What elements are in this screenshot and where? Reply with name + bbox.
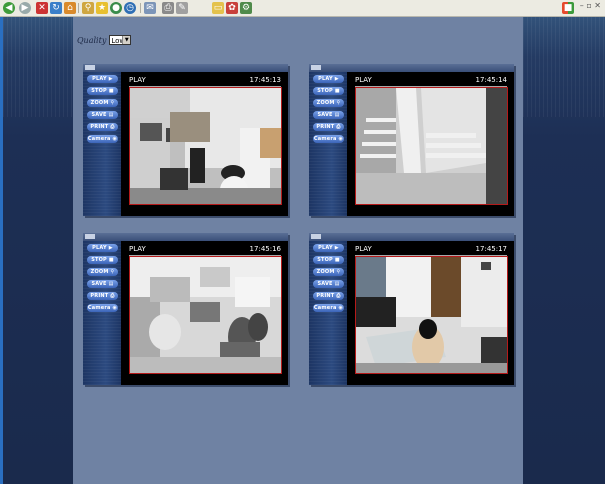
left-background-band [0, 17, 73, 484]
camera-button[interactable]: Camera ◉ [87, 135, 118, 143]
camera-panel: PLAY ▶ STOP ■ ZOOM ⚲ SAVE ▤ PRINT ⎙ Came… [83, 233, 288, 385]
play-status: PLAY [355, 245, 372, 253]
camera-panel: PLAY ▶ STOP ■ ZOOM ⚲ SAVE ▤ PRINT ⎙ Came… [309, 64, 514, 216]
zoom-button[interactable]: ZOOM ⚲ [313, 99, 344, 107]
office-scene-image [130, 88, 281, 204]
play-status: PLAY [129, 245, 146, 253]
camera-button[interactable]: Camera ◉ [87, 304, 118, 312]
video-header: PLAY 17:45:16 [129, 245, 281, 256]
video-view: PLAY 17:45:14 [347, 72, 514, 216]
stop-load-icon[interactable]: ✕ [36, 2, 48, 14]
stop-button[interactable]: STOP ■ [87, 87, 118, 95]
quality-label: Quality [77, 35, 107, 45]
timestamp: 17:45:16 [249, 245, 281, 253]
windows-logo-icon: ■ [562, 2, 574, 14]
print-button[interactable]: PRINT ⎙ [313, 123, 344, 131]
stop-button[interactable]: STOP ■ [87, 256, 118, 264]
camera-controls: PLAY ▶ STOP ■ ZOOM ⚲ SAVE ▤ PRINT ⎙ Came… [83, 241, 121, 385]
messenger-icon[interactable]: ✿ [226, 2, 238, 14]
camera-panel: PLAY ▶ STOP ■ ZOOM ⚲ SAVE ▤ PRINT ⎙ Came… [83, 64, 288, 216]
panel-header [83, 233, 288, 241]
media-icon[interactable]: ● [110, 2, 122, 14]
camera-controls: PLAY ▶ STOP ■ ZOOM ⚲ SAVE ▤ PRINT ⎙ Came… [309, 241, 347, 385]
forward-icon[interactable]: ▶ [19, 2, 31, 14]
save-button[interactable]: SAVE ▤ [313, 280, 344, 288]
panel-header [309, 64, 514, 72]
edit-icon[interactable]: ✎ [176, 2, 188, 14]
timestamp: 17:45:14 [475, 76, 507, 84]
history-icon[interactable]: ◷ [124, 2, 136, 14]
favorites-icon[interactable]: ★ [96, 2, 108, 14]
chevron-down-icon[interactable]: ▼ [122, 36, 131, 44]
tool-icon[interactable]: ⚙ [240, 2, 252, 14]
camera-feed[interactable] [129, 256, 282, 374]
reception-scene-image [356, 257, 507, 373]
save-button[interactable]: SAVE ▤ [87, 111, 118, 119]
search-icon[interactable]: ⚲ [82, 2, 94, 14]
camera-button[interactable]: Camera ◉ [313, 135, 344, 143]
zoom-button[interactable]: ZOOM ⚲ [87, 268, 118, 276]
camera-feed[interactable] [355, 256, 508, 374]
toolbar-divider [140, 3, 141, 13]
refresh-icon[interactable]: ↻ [50, 2, 62, 14]
video-view: PLAY 17:45:16 [121, 241, 288, 385]
zoom-button[interactable]: ZOOM ⚲ [87, 99, 118, 107]
toolbar-divider [78, 3, 79, 13]
stairway-scene-image [356, 88, 507, 204]
camera-feed[interactable] [355, 87, 508, 205]
save-button[interactable]: SAVE ▤ [87, 280, 118, 288]
stop-button[interactable]: STOP ■ [313, 256, 344, 264]
print-button[interactable]: PRINT ⎙ [87, 123, 118, 131]
camera-controls: PLAY ▶ STOP ■ ZOOM ⚲ SAVE ▤ PRINT ⎙ Came… [309, 72, 347, 216]
video-header: PLAY 17:45:17 [355, 245, 507, 256]
camera-panel: PLAY ▶ STOP ■ ZOOM ⚲ SAVE ▤ PRINT ⎙ Came… [309, 233, 514, 385]
video-view: PLAY 17:45:17 [347, 241, 514, 385]
quality-select[interactable]: Low ▼ [109, 35, 132, 45]
camera-feed[interactable] [129, 87, 282, 205]
print-page-icon[interactable]: ⎙ [162, 2, 174, 14]
camera-button[interactable]: Camera ◉ [313, 304, 344, 312]
window-controls[interactable]: – ▫ ✕ [580, 1, 601, 10]
mail-icon[interactable]: ✉ [144, 2, 156, 14]
open-office-scene-image [130, 257, 281, 373]
play-button[interactable]: PLAY ▶ [87, 75, 118, 83]
zoom-button[interactable]: ZOOM ⚲ [313, 268, 344, 276]
right-background-band [523, 17, 605, 484]
browser-toolbar: ◀ ▶ ✕ ↻ ⌂ ⚲ ★ ● ◷ ✉ ⎙ ✎ ▭ ✿ ⚙ ■ – ▫ ✕ [0, 0, 605, 17]
timestamp: 17:45:17 [475, 245, 507, 253]
video-header: PLAY 17:45:13 [129, 76, 281, 87]
play-button[interactable]: PLAY ▶ [313, 244, 344, 252]
stop-button[interactable]: STOP ■ [313, 87, 344, 95]
video-header: PLAY 17:45:14 [355, 76, 507, 87]
panel-header [83, 64, 288, 72]
print-button[interactable]: PRINT ⎙ [313, 292, 344, 300]
quality-control: Quality Low ▼ [77, 34, 132, 46]
panel-header [309, 233, 514, 241]
camera-controls: PLAY ▶ STOP ■ ZOOM ⚲ SAVE ▤ PRINT ⎙ Came… [83, 72, 121, 216]
timestamp: 17:45:13 [249, 76, 281, 84]
home-icon[interactable]: ⌂ [64, 2, 76, 14]
play-button[interactable]: PLAY ▶ [87, 244, 118, 252]
back-icon[interactable]: ◀ [3, 2, 15, 14]
print-button[interactable]: PRINT ⎙ [87, 292, 118, 300]
play-button[interactable]: PLAY ▶ [313, 75, 344, 83]
folder-icon[interactable]: ▭ [212, 2, 224, 14]
video-view: PLAY 17:45:13 [121, 72, 288, 216]
save-button[interactable]: SAVE ▤ [313, 111, 344, 119]
play-status: PLAY [129, 76, 146, 84]
play-status: PLAY [355, 76, 372, 84]
